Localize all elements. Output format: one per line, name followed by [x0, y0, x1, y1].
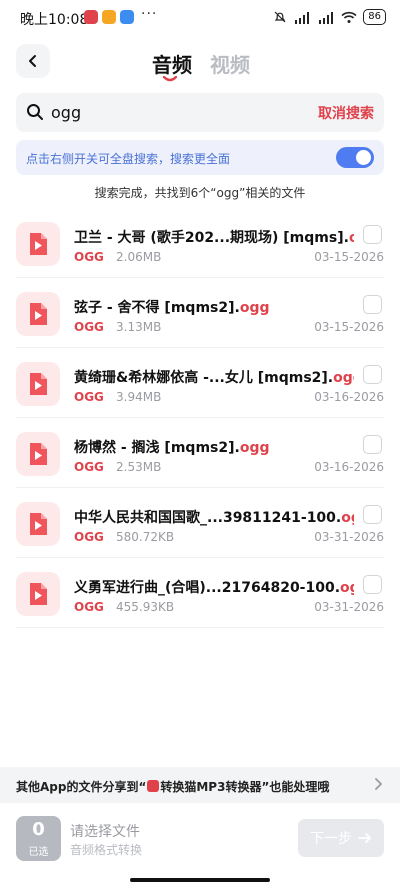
- search-bar: 取消搜索: [16, 93, 384, 132]
- cancel-search-button[interactable]: 取消搜索: [318, 103, 374, 123]
- file-date: 03-15-2026: [314, 320, 384, 334]
- wifi-icon: [341, 11, 357, 23]
- file-row[interactable]: 弦子 - 舍不得 [mqms2].ogg OGG 3.13MB 03-15-20…: [16, 278, 384, 348]
- file-name: 黄绮珊&希林娜依高 -...女儿 [mqms2].ogg: [74, 370, 354, 386]
- search-input[interactable]: [51, 101, 271, 123]
- file-name: 义勇军进行曲_(合唱)...21764820-100.ogg: [74, 580, 354, 596]
- mute-bell-icon: [274, 11, 286, 23]
- full-disk-search-toggle[interactable]: [336, 147, 374, 168]
- file-checkbox[interactable]: [363, 295, 382, 314]
- selected-count-badge: 0 已选: [16, 816, 61, 861]
- audio-file-icon: [16, 362, 60, 406]
- file-size: 580.72KB: [116, 530, 175, 544]
- status-indicators: 86: [273, 9, 386, 25]
- file-list: 卫兰 - 大哥 (歌手202...期现场) [mqms].ogg OGG 2.0…: [0, 208, 400, 628]
- choose-file-prompt: 请选择文件: [70, 824, 140, 840]
- file-type-label: OGG: [74, 600, 104, 614]
- banner-text: 点击右侧开关可全盘搜索，搜索更全面: [26, 152, 231, 166]
- file-checkbox[interactable]: [363, 365, 382, 384]
- file-type-label: OGG: [74, 250, 104, 264]
- next-step-button[interactable]: 下一步: [298, 819, 384, 857]
- next-step-label: 下一步: [310, 831, 352, 847]
- battery-indicator: 86: [363, 9, 386, 25]
- file-row[interactable]: 黄绮珊&希林娜依高 -...女儿 [mqms2].ogg OGG 3.94MB …: [16, 348, 384, 418]
- file-size: 455.93KB: [116, 600, 175, 614]
- toggle-knob: [356, 150, 371, 165]
- more-notifications-icon: ···: [141, 6, 158, 22]
- file-size: 2.53MB: [116, 460, 162, 474]
- note-notification-icon: [102, 10, 116, 24]
- share-hint-text: 其他App的文件分享到“ 转换猫MP3转换器”也能处理哦: [16, 780, 330, 794]
- file-row[interactable]: 中华人民共和国国歌_...39811241-100.ogg OGG 580.72…: [16, 488, 384, 558]
- file-checkbox[interactable]: [363, 225, 382, 244]
- file-type-label: OGG: [74, 320, 104, 334]
- search-icon: [27, 104, 43, 120]
- audio-file-icon: [16, 292, 60, 336]
- signal-2-icon: [319, 11, 334, 24]
- converter-app-icon: [147, 780, 160, 792]
- search-result-summary: 搜索完成，共找到6个“ogg”相关的文件: [94, 186, 306, 200]
- selected-label: 已选: [28, 847, 49, 858]
- file-row[interactable]: 卫兰 - 大哥 (歌手202...期现场) [mqms].ogg OGG 2.0…: [16, 208, 384, 278]
- file-checkbox[interactable]: [363, 575, 382, 594]
- audio-file-icon: [16, 502, 60, 546]
- arrow-right-icon: [358, 833, 371, 843]
- conversion-type-label: 音频格式转换: [70, 843, 143, 857]
- file-checkbox[interactable]: [363, 505, 382, 524]
- tab-video[interactable]: 视频: [210, 49, 250, 78]
- file-name: 杨博然 - 搁浅 [mqms2].ogg: [74, 440, 270, 456]
- home-indicator: [130, 878, 270, 882]
- share-hint-bar[interactable]: 其他App的文件分享到“ 转换猫MP3转换器”也能处理哦: [0, 767, 400, 803]
- file-type-label: OGG: [74, 460, 104, 474]
- file-size: 3.94MB: [116, 390, 162, 404]
- file-row[interactable]: 杨博然 - 搁浅 [mqms2].ogg OGG 2.53MB 03-16-20…: [16, 418, 384, 488]
- active-tab-indicator: [163, 76, 177, 82]
- file-name: 弦子 - 舍不得 [mqms2].ogg: [74, 300, 270, 316]
- full-disk-search-banner: 点击右侧开关可全盘搜索，搜索更全面: [16, 140, 384, 175]
- selected-count: 0: [32, 819, 45, 840]
- status-time: 晚上10:08: [20, 12, 89, 28]
- tab-audio[interactable]: 音频: [152, 49, 192, 78]
- file-date: 03-15-2026: [314, 250, 384, 264]
- file-date: 03-16-2026: [314, 460, 384, 474]
- file-checkbox[interactable]: [363, 435, 382, 454]
- app-notification-icon: [84, 10, 98, 24]
- audio-file-icon: [16, 572, 60, 616]
- file-size: 3.13MB: [116, 320, 162, 334]
- audio-file-icon: [16, 222, 60, 266]
- bottom-action-bar: 0 已选 请选择文件 音频格式转换 下一步: [0, 803, 400, 889]
- status-bar: 晚上10:08 ··· 86: [0, 0, 400, 38]
- file-name: 中华人民共和国国歌_...39811241-100.ogg: [74, 510, 354, 526]
- file-type-label: OGG: [74, 530, 104, 544]
- audio-file-icon: [16, 432, 60, 476]
- file-name: 卫兰 - 大哥 (歌手202...期现场) [mqms].ogg: [74, 230, 354, 246]
- notification-icons: [84, 10, 134, 24]
- chevron-right-icon: [375, 778, 382, 790]
- file-size: 2.06MB: [116, 250, 162, 264]
- file-row[interactable]: 义勇军进行曲_(合唱)...21764820-100.ogg OGG 455.9…: [16, 558, 384, 628]
- back-button[interactable]: [16, 44, 50, 78]
- signal-1-icon: [295, 11, 310, 24]
- chevron-left-icon: [29, 55, 36, 67]
- gallery-notification-icon: [120, 10, 134, 24]
- file-date: 03-31-2026: [314, 600, 384, 614]
- file-type-label: OGG: [74, 390, 104, 404]
- file-date: 03-31-2026: [314, 530, 384, 544]
- file-date: 03-16-2026: [314, 390, 384, 404]
